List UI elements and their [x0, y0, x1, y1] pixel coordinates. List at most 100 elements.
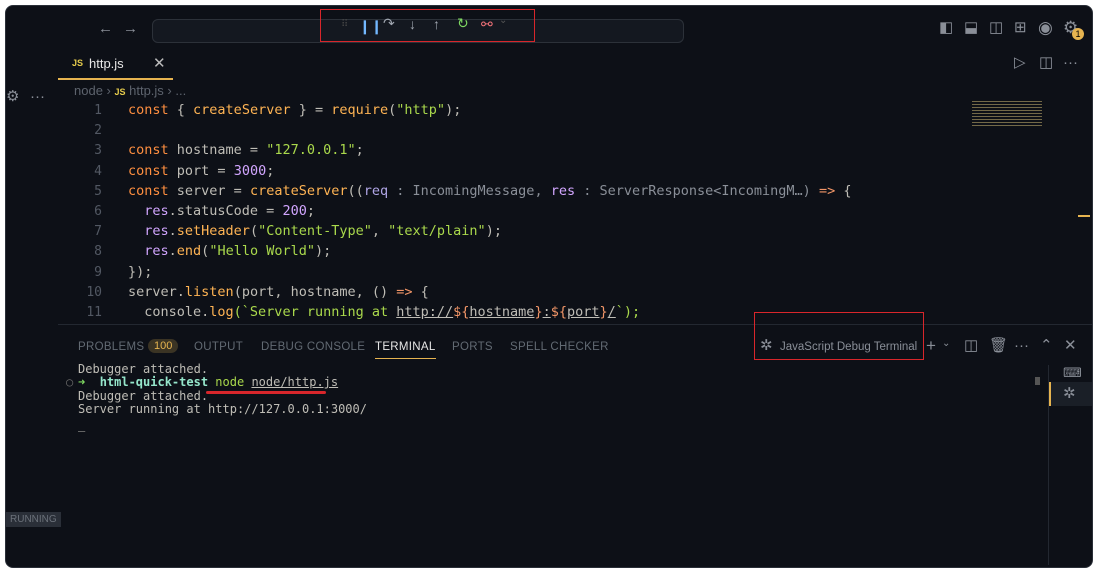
- code-token: ;: [355, 142, 364, 159]
- code-token: const: [128, 142, 177, 159]
- code-token: end: [176, 243, 202, 260]
- tab-spell-checker[interactable]: SPELL CHECKER: [510, 341, 609, 353]
- more-icon[interactable]: ···: [30, 89, 45, 104]
- more-actions-icon[interactable]: ···: [1063, 55, 1078, 70]
- code-token: ,: [371, 223, 389, 240]
- gear-icon[interactable]: ⚙: [6, 89, 19, 104]
- line-number: 3: [94, 143, 102, 159]
- scrollbar-marker: [1078, 215, 1090, 217]
- code-token: hostname =: [176, 142, 267, 159]
- code-token: "http": [396, 102, 446, 118]
- code-token: );: [485, 223, 502, 240]
- code-token: `);: [615, 304, 641, 320]
- code-token: log: [209, 304, 234, 320]
- account-icon[interactable]: ◉: [1038, 19, 1053, 36]
- toggle-primary-sidebar-icon[interactable]: ◧: [939, 20, 953, 35]
- code-token: hostname: [469, 304, 535, 320]
- code-token: const: [128, 182, 177, 199]
- code-token: ;: [266, 162, 275, 179]
- tab-ports[interactable]: PORTS: [452, 341, 493, 353]
- chevron-down-icon[interactable]: ⌄: [942, 339, 950, 349]
- code-token: setHeader: [176, 223, 250, 240]
- terminal-prompt: ➜ html-quick-test node node/http.js: [78, 375, 338, 389]
- code-token: =>: [396, 283, 413, 300]
- disconnect-icon[interactable]: ⚯: [481, 16, 493, 33]
- drag-handle-icon[interactable]: ⠿: [341, 19, 348, 30]
- vscode-window: ← → ⠿ ❙❙ ↷ ↓ ↑ ↻ ⚯ ⌄ ◧ ⬓ ◫ ⊞ ◉ ⚙ 1 ⚙ ···…: [5, 5, 1093, 568]
- code-token: "text/plain": [388, 223, 486, 240]
- code-token: /: [607, 304, 616, 320]
- code-token: http://: [396, 304, 454, 320]
- terminal-icon[interactable]: ⌨: [1063, 366, 1082, 379]
- maximize-panel-icon[interactable]: ⌃: [1040, 338, 1053, 353]
- customize-layout-icon[interactable]: ⊞: [1014, 20, 1027, 35]
- tab-problems[interactable]: PROBLEMS: [78, 341, 144, 353]
- minimap[interactable]: [972, 101, 1042, 126]
- breadcrumb-symbol[interactable]: ...: [175, 83, 186, 98]
- line-number: 10: [86, 284, 102, 300]
- running-status: RUNNING: [6, 512, 61, 527]
- toggle-secondary-sidebar-icon[interactable]: ◫: [989, 20, 1003, 35]
- code-token: "Content-Type": [258, 223, 372, 240]
- code-token: );: [314, 243, 332, 260]
- code-token: .: [168, 243, 177, 260]
- step-over-icon[interactable]: ↷: [383, 15, 395, 32]
- pause-icon[interactable]: ❙❙: [359, 18, 382, 35]
- line-number: 6: [94, 204, 102, 219]
- step-into-icon[interactable]: ↓: [409, 16, 416, 32]
- code-token: ;: [306, 203, 315, 219]
- prompt-dir: html-quick-test: [99, 375, 209, 389]
- trash-icon[interactable]: 🗑: [989, 338, 1008, 353]
- new-terminal-icon[interactable]: +: [926, 337, 936, 354]
- line-number: 2: [94, 123, 102, 139]
- split-editor-icon[interactable]: ◫: [1039, 55, 1053, 70]
- terminal-line: Server running at http://127.0.0.1:3000/: [78, 402, 367, 416]
- more-icon[interactable]: ···: [1014, 338, 1029, 353]
- line-number: 7: [94, 224, 102, 240]
- split-terminal-icon[interactable]: ◫: [964, 338, 978, 353]
- bug-icon: ✲: [1063, 385, 1076, 402]
- step-out-icon[interactable]: ↑: [433, 16, 440, 32]
- code-token: (: [249, 223, 259, 240]
- tab-output[interactable]: OUTPUT: [194, 341, 243, 353]
- tab-debug-console[interactable]: DEBUG CONSOLE: [261, 341, 365, 353]
- code-token: server =: [176, 182, 250, 199]
- chevron-down-icon[interactable]: ⌄: [499, 15, 507, 26]
- js-file-icon: JS: [72, 58, 84, 68]
- close-tab-icon[interactable]: ✕: [153, 54, 166, 72]
- restart-icon[interactable]: ↻: [457, 15, 469, 32]
- code-token: res: [550, 182, 576, 199]
- code-line: console.log(`Server running at http://${…: [128, 304, 640, 320]
- code-line: server.listen(port, hostname, () => {: [128, 284, 429, 300]
- terminal-line: Debugger attached.: [78, 389, 209, 403]
- problems-badge: 100: [148, 339, 179, 353]
- code-token: createServer: [193, 102, 291, 118]
- line-number: 8: [94, 244, 102, 260]
- line-number: 5: [94, 183, 102, 199]
- breadcrumb-node[interactable]: node: [74, 83, 103, 98]
- toggle-panel-icon[interactable]: ⬓: [964, 20, 978, 35]
- scrollbar[interactable]: [1035, 377, 1040, 385]
- code-token: listen: [184, 283, 234, 300]
- code-token: ((: [347, 182, 364, 199]
- run-icon[interactable]: ▷: [1014, 55, 1026, 70]
- code-line: const server = createServer((req : Incom…: [128, 183, 851, 199]
- debug-toolbar: ⠿ ❙❙ ↷ ↓ ↑ ↻ ⚯ ⌄: [320, 9, 535, 42]
- breadcrumb: node › JS http.js › ...: [74, 83, 187, 98]
- circle-icon: ○: [66, 375, 74, 389]
- tab-http-js[interactable]: JS http.js ✕: [58, 48, 173, 80]
- tab-terminal[interactable]: TERMINAL: [375, 341, 436, 359]
- code-token: =>: [818, 182, 836, 199]
- code-token: req: [363, 182, 389, 199]
- code-line: const hostname = "127.0.0.1";: [128, 142, 364, 158]
- code-token: res: [128, 203, 169, 219]
- code-line: res.end("Hello World");: [128, 243, 331, 259]
- bottom-panel: PROBLEMS 100 OUTPUT DEBUG CONSOLE TERMIN…: [58, 324, 1092, 567]
- terminal-line: Debugger attached.: [78, 362, 209, 376]
- forward-button[interactable]: →: [123, 21, 138, 36]
- code-token: require: [331, 102, 389, 118]
- breadcrumb-file[interactable]: http.js: [129, 83, 164, 98]
- close-panel-icon[interactable]: ✕: [1064, 338, 1077, 353]
- back-button[interactable]: ←: [98, 21, 113, 36]
- debug-terminal-item[interactable]: ✲: [1049, 382, 1092, 406]
